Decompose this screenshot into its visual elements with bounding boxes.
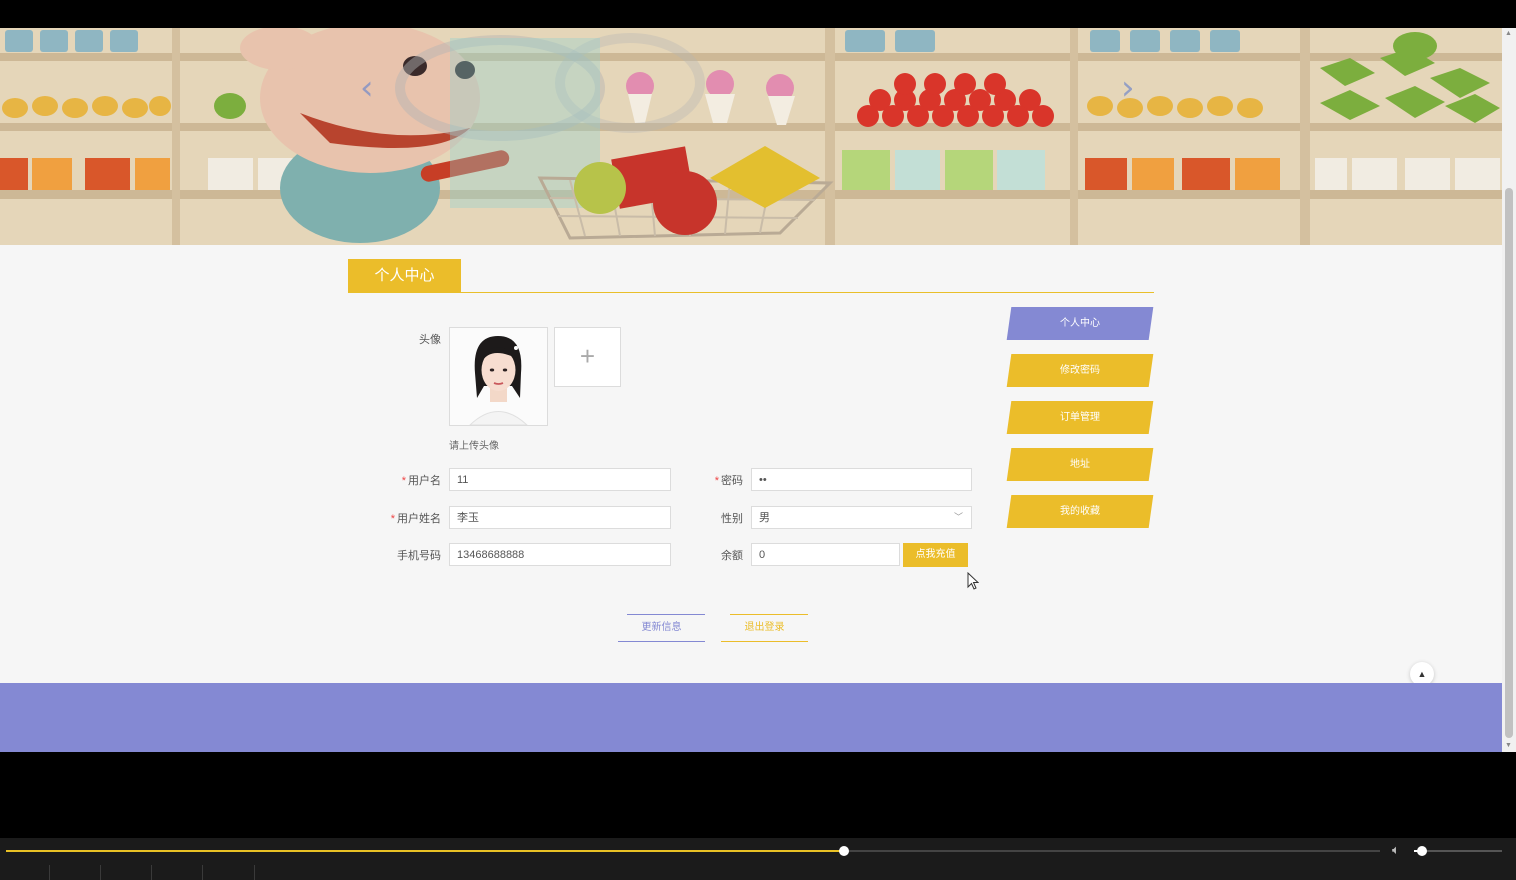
sidebar-item-change-password[interactable]: 修改密码 bbox=[1006, 354, 1154, 387]
recharge-button[interactable]: 点我充值 bbox=[903, 543, 968, 567]
realname-label: * 用户姓名 bbox=[390, 513, 441, 525]
player-segment bbox=[101, 865, 152, 880]
scroll-up-icon[interactable]: ▲ bbox=[1505, 30, 1512, 37]
sidebar-item-orders[interactable]: 订单管理 bbox=[1006, 401, 1154, 434]
scrollbar-thumb[interactable] bbox=[1505, 188, 1513, 738]
balance-input[interactable]: 0 bbox=[751, 543, 900, 566]
carousel-prev-button[interactable]: ‹ bbox=[360, 68, 374, 108]
username-input[interactable]: 11 bbox=[449, 468, 671, 491]
avatar-label: 头像 bbox=[419, 334, 441, 346]
realname-input[interactable]: 李玉 bbox=[449, 506, 671, 529]
gender-select[interactable]: 男 ﹀ bbox=[751, 506, 972, 529]
section-title: 个人中心 bbox=[348, 259, 461, 292]
plus-icon: + bbox=[579, 341, 596, 371]
video-player-controls: 🔈︎ bbox=[0, 838, 1516, 880]
speaker-icon[interactable]: 🔈︎ bbox=[1392, 842, 1400, 858]
avatar-image bbox=[449, 327, 548, 426]
gender-selected-value: 男 bbox=[759, 512, 770, 524]
caret-up-icon: ▲ bbox=[1417, 669, 1427, 679]
player-segment bbox=[50, 865, 101, 880]
gender-label: 性别 bbox=[721, 513, 743, 525]
mouse-cursor-icon bbox=[967, 572, 979, 590]
section-header: 个人中心 bbox=[348, 259, 1154, 293]
progress-fill bbox=[6, 850, 845, 852]
username-label: * 用户名 bbox=[401, 475, 441, 487]
sidebar-item-address[interactable]: 地址 bbox=[1006, 448, 1154, 481]
volume-knob[interactable] bbox=[1416, 846, 1427, 856]
password-input[interactable]: •• bbox=[751, 468, 972, 491]
logout-button[interactable]: 退出登录 bbox=[721, 614, 808, 642]
phone-label: 手机号码 bbox=[397, 550, 441, 562]
avatar-upload-button[interactable]: + bbox=[554, 327, 621, 387]
sidebar-item-profile[interactable]: 个人中心 bbox=[1006, 307, 1154, 340]
banner-image bbox=[0, 28, 1502, 245]
player-segment bbox=[152, 865, 203, 880]
balance-label: 余额 bbox=[721, 550, 743, 562]
avatar-upload-hint: 请上传头像 bbox=[449, 441, 499, 452]
scroll-down-icon[interactable]: ▼ bbox=[1505, 742, 1512, 749]
phone-input[interactable]: 13468688888 bbox=[449, 543, 671, 566]
vertical-scrollbar[interactable]: ▲ ▼ bbox=[1502, 28, 1516, 752]
sidebar-item-favorites[interactable]: 我的收藏 bbox=[1006, 495, 1154, 528]
update-info-button[interactable]: 更新信息 bbox=[618, 614, 705, 642]
footer bbox=[0, 683, 1502, 752]
carousel-next-button[interactable]: › bbox=[1121, 68, 1135, 108]
page: ‹ › 个人中心 头像 + 请上传头像 * 用户名 11 * 密码 •• * 用户姓名… bbox=[0, 28, 1502, 752]
progress-track[interactable] bbox=[6, 846, 1380, 856]
password-label: * 密码 bbox=[714, 475, 743, 487]
chevron-down-icon: ﹀ bbox=[953, 512, 963, 522]
banner-carousel[interactable]: ‹ › bbox=[0, 28, 1502, 245]
volume-track[interactable] bbox=[1414, 846, 1502, 856]
player-segment bbox=[0, 865, 50, 880]
player-segment bbox=[203, 865, 255, 880]
progress-knob[interactable] bbox=[839, 846, 850, 856]
